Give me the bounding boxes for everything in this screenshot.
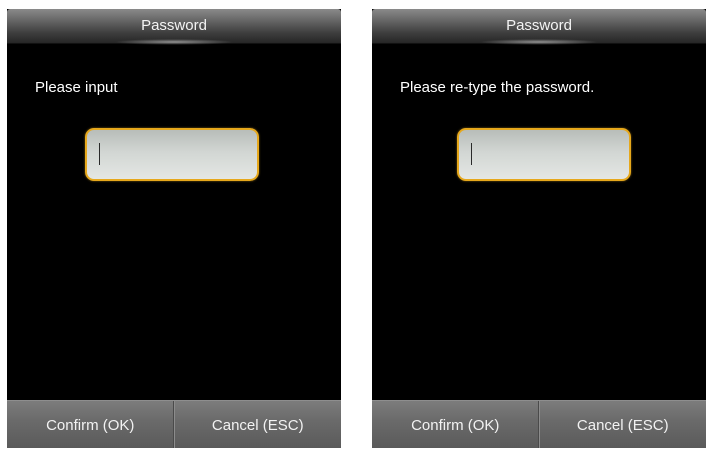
text-caret [471, 143, 472, 165]
screen-title: Password [506, 17, 572, 34]
cancel-button[interactable]: Cancel (ESC) [540, 401, 706, 448]
confirm-button[interactable]: Confirm (OK) [7, 401, 175, 448]
password-retype-field[interactable] [457, 128, 631, 181]
confirm-button[interactable]: Confirm (OK) [372, 401, 540, 448]
password-retype-screen: Password Please re-type the password. Co… [372, 9, 706, 448]
text-caret [99, 143, 100, 165]
password-field[interactable] [85, 128, 259, 181]
cancel-button[interactable]: Cancel (ESC) [175, 401, 342, 448]
password-input-screen: Password Please input Confirm (OK) Cance… [7, 9, 341, 448]
softkey-bar: Confirm (OK) Cancel (ESC) [7, 400, 341, 448]
softkey-bar: Confirm (OK) Cancel (ESC) [372, 400, 706, 448]
retype-prompt: Please re-type the password. [400, 79, 595, 96]
screen-title: Password [141, 17, 207, 34]
input-prompt: Please input [35, 79, 118, 96]
